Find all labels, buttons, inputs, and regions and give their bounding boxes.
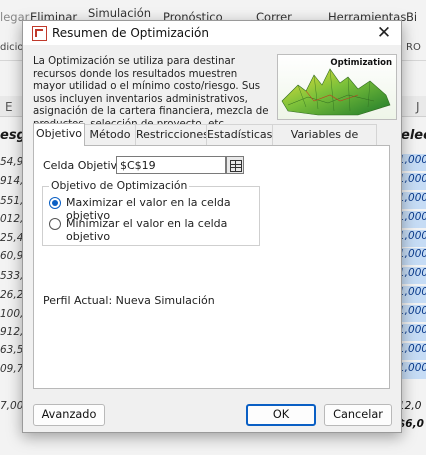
dialog-titlebar[interactable]: Resumen de Optimización ✕ bbox=[23, 21, 401, 45]
tab-objetivo[interactable]: Objetivo bbox=[33, 123, 85, 146]
tab-variables-de-decision[interactable]: Variables de Decisión bbox=[272, 124, 377, 161]
sheet-cell[interactable]: $6,0 bbox=[398, 418, 426, 435]
sheet-cell[interactable]: 914, bbox=[0, 175, 23, 187]
logo-label: Optimization bbox=[330, 58, 392, 68]
advanced-button[interactable]: Avanzado bbox=[33, 404, 105, 426]
sheet-heading: eleci bbox=[401, 128, 426, 143]
sheet-cell[interactable]: 7,00 bbox=[0, 400, 23, 412]
current-profile-text: Perfil Actual: Nueva Simulación bbox=[43, 294, 215, 307]
sheet-cell[interactable]: 25,4 bbox=[0, 232, 23, 244]
tab-bar: Objetivo Método Restricciones Estadístic… bbox=[33, 123, 391, 161]
sheet-cell[interactable]: 1,000 bbox=[398, 154, 426, 171]
sheet-cell[interactable]: 1,000 bbox=[398, 267, 426, 284]
close-button[interactable]: ✕ bbox=[373, 22, 395, 44]
group-label: Objetivo de Optimización bbox=[49, 179, 190, 192]
sheet-cell[interactable]: 912, bbox=[0, 326, 23, 338]
sheet-cell[interactable]: 1,000 bbox=[398, 248, 426, 265]
sheet-cell[interactable]: 1,000 bbox=[398, 305, 426, 322]
ribbon-item-simulacion[interactable]: Simulación bbox=[88, 6, 151, 20]
column-header-e[interactable]: E bbox=[5, 100, 13, 114]
sheet-cell[interactable]: 12,0 bbox=[398, 400, 426, 417]
app-icon bbox=[32, 26, 47, 41]
sheet-cell[interactable]: 1,000 bbox=[398, 211, 426, 228]
target-cell-label: Celda Objetivo bbox=[43, 159, 124, 172]
optimization-objective-group: Objetivo de Optimización Maximizar el va… bbox=[42, 179, 260, 246]
sheet-cell[interactable]: 012, bbox=[0, 213, 23, 225]
ok-button[interactable]: OK bbox=[246, 404, 316, 426]
sheet-cell[interactable]: 60,9 bbox=[0, 250, 23, 262]
sheet-cell[interactable]: 1,000 bbox=[398, 230, 426, 247]
tab-metodo[interactable]: Método bbox=[84, 124, 136, 145]
tab-panel-objetivo: Celda Objetivo $C$19 Objetivo de Optimiz… bbox=[33, 145, 390, 389]
optimization-summary-dialog: Resumen de Optimización ✕ La Optimizació… bbox=[22, 20, 402, 433]
sheet-cell[interactable]: 1,000 bbox=[398, 286, 426, 303]
cell-picker-button[interactable] bbox=[226, 156, 244, 174]
ribbon-item-bi[interactable]: Bi bbox=[406, 10, 417, 24]
ribbon-group-label: RO bbox=[406, 42, 421, 53]
sheet-cell[interactable]: 63,5 bbox=[0, 344, 23, 356]
dialog-description: La Optimización se utiliza para destinar… bbox=[33, 56, 269, 130]
sheet-cell[interactable]: 1,000 bbox=[398, 324, 426, 341]
ribbon-group-label: dicio bbox=[0, 42, 24, 53]
sheet-cell[interactable]: 551, bbox=[0, 195, 23, 207]
sheet-cell[interactable]: 1,000 bbox=[398, 173, 426, 190]
optimization-logo: Optimization bbox=[277, 54, 397, 120]
minimize-label[interactable]: Minimizar el valor en la celda objetivo bbox=[66, 217, 259, 243]
column-header-j[interactable]: J bbox=[416, 100, 420, 114]
maximize-radio[interactable] bbox=[49, 197, 61, 209]
target-cell-input[interactable]: $C$19 bbox=[116, 156, 226, 174]
minimize-radio[interactable] bbox=[49, 218, 61, 230]
sheet-cell[interactable]: 26,2 bbox=[0, 289, 23, 301]
sheet-cell[interactable]: 54,9 bbox=[0, 156, 23, 168]
sheet-cell[interactable]: 1,000 bbox=[398, 192, 426, 209]
sheet-cell[interactable]: 09,7 bbox=[0, 363, 23, 375]
sheet-cell[interactable]: 533, bbox=[0, 270, 23, 282]
tab-restricciones[interactable]: Restricciones bbox=[135, 124, 209, 145]
close-icon: ✕ bbox=[376, 23, 392, 43]
cancel-button[interactable]: Cancelar bbox=[324, 404, 392, 426]
dialog-title: Resumen de Optimización bbox=[52, 26, 210, 40]
sheet-cell[interactable]: 100, bbox=[0, 308, 23, 320]
sheet-cell[interactable]: 1,000 bbox=[398, 343, 426, 360]
sheet-cell[interactable]: 1,000 bbox=[398, 362, 426, 379]
tab-estadisticas[interactable]: Estadísticas bbox=[206, 124, 273, 145]
